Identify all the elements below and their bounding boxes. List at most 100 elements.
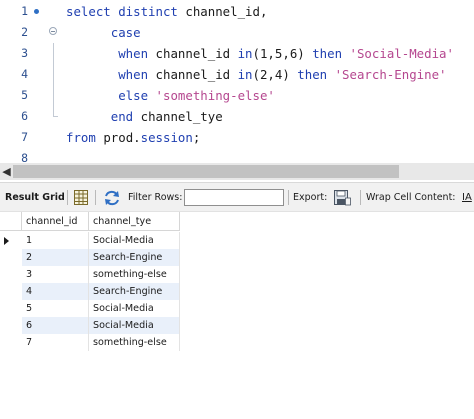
code-token: (2,4) — [252, 67, 298, 82]
editor-line[interactable]: 3 when channel_id in(1,5,6) then 'Social… — [0, 43, 474, 64]
cell-channel-tye[interactable]: Social-Media — [89, 317, 180, 334]
toolbar-divider — [95, 190, 96, 205]
line-number: 6 — [21, 109, 28, 123]
row-selector[interactable] — [0, 232, 22, 249]
statement-marker-icon — [34, 9, 39, 14]
sql-editor[interactable]: 1 select distinct channel_id, 2 case 3 w… — [0, 0, 474, 163]
row-selector[interactable] — [0, 317, 22, 334]
toolbar-divider — [67, 190, 68, 205]
line-number: 1 — [21, 4, 28, 18]
line-number: 2 — [21, 25, 28, 39]
code-token: prod. — [103, 130, 141, 145]
code-token: when — [66, 46, 156, 61]
code-line: case — [66, 22, 141, 43]
row-selector[interactable] — [0, 300, 22, 317]
filter-refresh-icon[interactable] — [103, 190, 121, 206]
table-row[interactable]: 4 Search-Engine — [0, 283, 180, 300]
code-token: ; — [192, 130, 201, 145]
row-header-corner — [0, 212, 22, 231]
row-selector[interactable] — [0, 334, 22, 351]
row-selector[interactable] — [0, 249, 22, 266]
code-token: 'Search-Engine' — [334, 67, 447, 82]
fold-guide — [53, 85, 54, 106]
editor-line[interactable]: 2 case — [0, 22, 474, 43]
current-row-arrow-icon — [4, 237, 9, 245]
table-row[interactable]: 7 something-else — [0, 334, 180, 351]
wrap-cell-label: Wrap Cell Content: — [366, 192, 456, 203]
scroll-left-arrow-icon[interactable]: ◀ — [0, 163, 13, 180]
editor-line[interactable]: 5 else 'something-else' — [0, 85, 474, 106]
code-token: in — [237, 46, 253, 61]
cell-channel-tye[interactable]: Search-Engine — [89, 283, 180, 300]
code-token: else — [66, 88, 156, 103]
editor-line[interactable]: 1 select distinct channel_id, — [0, 1, 474, 22]
toolbar-divider — [288, 190, 289, 205]
export-save-icon[interactable] — [333, 189, 351, 206]
code-token: (1,5,6) — [252, 46, 313, 61]
code-token: from — [66, 130, 104, 145]
cell-channel-id[interactable]: 7 — [22, 334, 89, 351]
result-toolbar: Result Grid Filter Rows: Export: Wrap Ce… — [0, 182, 474, 212]
editor-line[interactable]: 7 from prod.session; — [0, 127, 474, 148]
line-number: 4 — [21, 67, 28, 81]
grid-icon[interactable] — [74, 190, 88, 205]
line-number: 8 — [21, 151, 28, 163]
table-row[interactable]: 3 something-else — [0, 266, 180, 283]
result-grid-tab[interactable]: Result Grid — [5, 183, 65, 212]
table-row[interactable]: 6 Social-Media — [0, 317, 180, 334]
cell-channel-id[interactable]: 4 — [22, 283, 89, 300]
code-token: then — [312, 46, 350, 61]
code-token: case — [66, 25, 141, 40]
cell-channel-tye[interactable]: something-else — [89, 266, 180, 283]
cell-channel-tye[interactable]: Search-Engine — [89, 249, 180, 266]
filter-rows-label: Filter Rows: — [128, 192, 183, 203]
row-selector[interactable] — [0, 266, 22, 283]
table-row[interactable]: 5 Social-Media — [0, 300, 180, 317]
code-line: when channel_id in(1,5,6) then 'Social-M… — [66, 43, 454, 64]
table-row[interactable]: 2 Search-Engine — [0, 249, 180, 266]
cell-channel-id[interactable]: 2 — [22, 249, 89, 266]
code-line: select distinct channel_id, — [66, 1, 267, 22]
fold-toggle-icon[interactable] — [49, 27, 57, 35]
fold-end-guide — [53, 106, 58, 117]
cell-channel-id[interactable]: 3 — [22, 266, 89, 283]
editor-line[interactable]: 4 when channel_id in(2,4) then 'Search-E… — [0, 64, 474, 85]
fold-guide — [53, 64, 54, 85]
horizontal-scrollbar[interactable]: ◀ — [0, 163, 474, 180]
code-token: channel_tye — [140, 109, 223, 124]
row-selector[interactable] — [0, 283, 22, 300]
code-token: when — [66, 67, 156, 82]
code-token: 'something-else' — [155, 88, 275, 103]
code-token: select distinct — [66, 4, 186, 19]
cell-channel-id[interactable]: 5 — [22, 300, 89, 317]
cell-channel-tye[interactable]: something-else — [89, 334, 180, 351]
editor-line[interactable]: 6 end channel_tye — [0, 106, 474, 127]
code-token: channel_id — [155, 46, 238, 61]
toolbar-divider — [360, 190, 361, 205]
wrap-cell-icon[interactable]: IA — [462, 183, 472, 212]
code-token: channel_id — [155, 67, 238, 82]
cell-channel-id[interactable]: 1 — [22, 232, 89, 249]
cell-channel-tye[interactable]: Social-Media — [89, 300, 180, 317]
filter-rows-input[interactable] — [184, 189, 284, 206]
code-line: end channel_tye — [66, 106, 223, 127]
cell-channel-tye[interactable]: Social-Media — [89, 232, 180, 249]
column-header-channel-tye[interactable]: channel_tye — [89, 212, 180, 231]
line-number: 7 — [21, 130, 28, 144]
code-line: when channel_id in(2,4) then 'Search-Eng… — [66, 64, 447, 85]
code-line: from prod.session; — [66, 127, 200, 148]
export-label: Export: — [293, 192, 328, 203]
code-token: in — [237, 67, 253, 82]
editor-line[interactable]: 8 — [0, 148, 474, 163]
code-token: end — [66, 109, 141, 124]
line-number: 5 — [21, 88, 28, 102]
cell-channel-id[interactable]: 6 — [22, 317, 89, 334]
code-token: channel_id, — [185, 4, 268, 19]
fold-guide — [53, 43, 54, 64]
column-header-channel-id[interactable]: channel_id — [22, 212, 89, 231]
code-token: 'Social-Media' — [349, 46, 454, 61]
grid-header: channel_id channel_tye — [0, 212, 180, 231]
scrollbar-thumb[interactable] — [13, 165, 399, 178]
table-row[interactable]: 1 Social-Media — [0, 232, 180, 249]
code-line: else 'something-else' — [66, 85, 275, 106]
